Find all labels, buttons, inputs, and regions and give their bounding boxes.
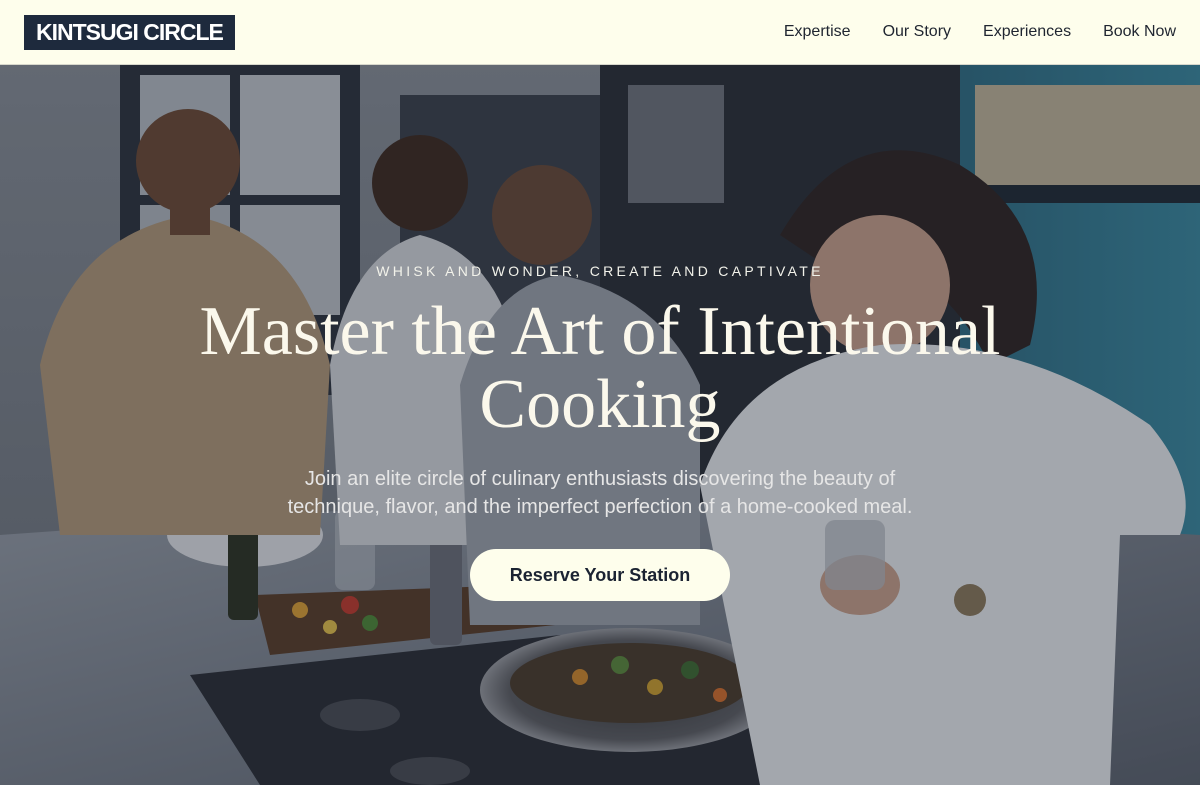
reserve-station-button[interactable]: Reserve Your Station: [470, 549, 730, 601]
hero-subtext: Join an elite circle of culinary enthusi…: [287, 468, 913, 518]
logo[interactable]: KINTSUGI CIRCLE: [24, 14, 235, 50]
nav-link-expertise[interactable]: Expertise: [784, 23, 851, 41]
nav-link-experiences[interactable]: Experiences: [983, 23, 1071, 41]
hero-content: WHISK AND WONDER, CREATE AND CAPTIVATE M…: [0, 65, 1200, 785]
hero-eyebrow: WHISK AND WONDER, CREATE AND CAPTIVATE: [376, 263, 824, 279]
hero-headline-line-2: Cooking: [479, 366, 721, 443]
hero-section: WHISK AND WONDER, CREATE AND CAPTIVATE M…: [0, 65, 1200, 785]
site-header: KINTSUGI CIRCLE Expertise Our Story Expe…: [0, 0, 1200, 65]
nav-link-book-now[interactable]: Book Now: [1103, 23, 1176, 41]
below-fold-strip: [0, 785, 1200, 800]
main-nav: Expertise Our Story Experiences Book Now: [784, 23, 1176, 41]
hero-headline: Master the Art of Intentional Cooking: [150, 295, 1050, 441]
nav-link-our-story[interactable]: Our Story: [883, 23, 951, 41]
hero-headline-line-1: Master the Art of Intentional: [199, 293, 1001, 370]
